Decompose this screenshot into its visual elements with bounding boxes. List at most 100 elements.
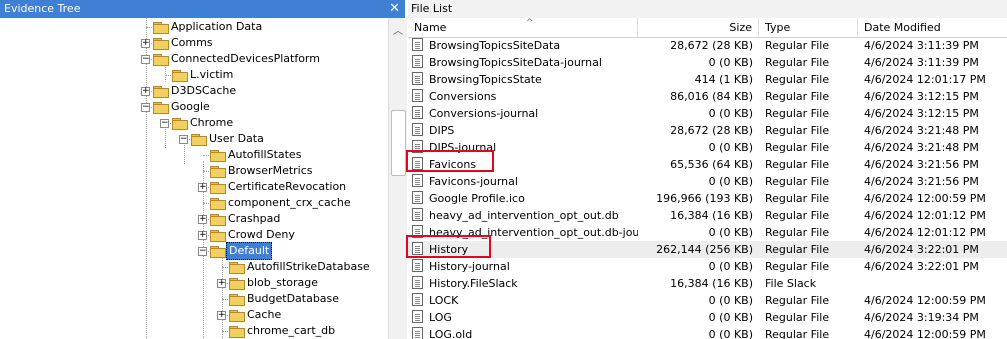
tree-node-component-crx-cache[interactable]: component_crx_cache xyxy=(0,195,388,211)
file-row-favicons-journal[interactable]: Favicons-journal 0 (0 KB) Regular File 4/6/… xyxy=(408,173,1007,190)
evidence-tree-pane: Evidence Tree ✕ Application Data + Comms − C… xyxy=(0,0,408,339)
tree-node-d3dscache[interactable]: + D3DSCache xyxy=(0,83,388,99)
folder-icon xyxy=(229,278,245,290)
expand-icon[interactable]: + xyxy=(198,215,207,224)
column-header-name[interactable]: Name ^ xyxy=(408,18,638,37)
close-icon[interactable]: ✕ xyxy=(389,0,400,18)
file-date-modified: 4/6/2024 3:22:01 PM xyxy=(864,243,979,256)
tree-node-blob-storage[interactable]: + blob_storage xyxy=(0,275,388,291)
file-size: 0 (0 KB) xyxy=(708,294,753,307)
expand-icon[interactable]: + xyxy=(217,279,226,288)
file-type: Regular File xyxy=(765,90,830,103)
tree-node-budgetdatabase[interactable]: BudgetDatabase xyxy=(0,291,388,307)
file-size: 28,672 (28 KB) xyxy=(670,39,753,52)
file-row-lock[interactable]: LOCK 0 (0 KB) Regular File 4/6/2024 12:00:5… xyxy=(408,292,1007,309)
evidence-tree-title: Evidence Tree xyxy=(4,2,81,15)
tree-scrollbar[interactable]: ︿ xyxy=(388,18,407,339)
file-name: Conversions-journal xyxy=(429,107,539,120)
file-icon xyxy=(412,72,423,85)
file-name: LOCK xyxy=(429,294,459,307)
folder-icon xyxy=(172,70,188,82)
tree-node-browsermetrics[interactable]: BrowserMetrics xyxy=(0,163,388,179)
tree-node-certificaterevocation[interactable]: + CertificateRevocation xyxy=(0,179,388,195)
file-name: History-journal xyxy=(429,260,510,273)
evidence-tree: Application Data + Comms − ConnectedDevicesP… xyxy=(0,18,388,339)
file-name: DIPS xyxy=(429,124,455,137)
column-type-label: Type xyxy=(765,21,791,34)
file-icon xyxy=(412,106,423,119)
file-row-favicons[interactable]: Favicons 65,536 (64 KB) Regular File 4/6/20… xyxy=(408,156,1007,173)
expand-icon[interactable]: + xyxy=(141,39,150,48)
tree-node-autofillstates[interactable]: AutofillStates xyxy=(0,147,388,163)
scrollbar-thumb[interactable] xyxy=(391,110,406,176)
file-row-history[interactable]: History 262,144 (256 KB) Regular File 4/6/2… xyxy=(408,241,1007,258)
tree-node-label: Crashpad xyxy=(228,212,281,225)
tree-node-application-data[interactable]: Application Data xyxy=(0,19,388,35)
tree-node-label: chrome_cart_db xyxy=(247,324,336,337)
file-icon xyxy=(412,89,423,102)
tree-node-chrome-cart-db[interactable]: chrome_cart_db xyxy=(0,323,388,339)
file-type: Regular File xyxy=(765,209,830,222)
scroll-up-icon[interactable]: ︿ xyxy=(393,22,403,37)
collapse-icon[interactable]: − xyxy=(198,247,207,256)
file-row-browsingtopicsstate[interactable]: BrowsingTopicsState 414 (1 KB) Regular Fil… xyxy=(408,71,1007,88)
tree-node-l-victim[interactable]: L.victim xyxy=(0,67,388,83)
file-icon xyxy=(412,191,423,204)
tree-node-label: Chrome xyxy=(190,116,234,129)
collapse-icon[interactable]: − xyxy=(141,103,150,112)
file-row-dips-journal[interactable]: DIPS-journal 0 (0 KB) Regular File 4/6/2024… xyxy=(408,139,1007,156)
tree-node-google[interactable]: − Google xyxy=(0,99,388,115)
collapse-icon[interactable]: − xyxy=(179,135,188,144)
file-row-browsingtopicssitedata[interactable]: BrowsingTopicsSiteData 28,672 (28 KB) Regu… xyxy=(408,37,1007,54)
tree-node-label: Comms xyxy=(171,36,213,49)
column-header-type[interactable]: Type xyxy=(759,18,858,37)
file-size: 0 (0 KB) xyxy=(708,141,753,154)
file-row-log[interactable]: LOG 0 (0 KB) Regular File 4/6/2024 3:19:34 … xyxy=(408,309,1007,326)
expand-icon[interactable]: + xyxy=(198,231,207,240)
file-date-modified: 4/6/2024 12:01:17 PM xyxy=(864,73,986,86)
file-row-google-profile-ico[interactable]: Google Profile.ico 196,966 (193 KB) Regula… xyxy=(408,190,1007,207)
column-header-date-modified[interactable]: Date Modified xyxy=(858,18,1007,37)
file-row-log-old[interactable]: LOG.old 0 (0 KB) Regular File 4/6/2024 12:0… xyxy=(408,326,1007,339)
tree-node-default[interactable]: − Default xyxy=(0,242,388,260)
file-row-dips[interactable]: DIPS 28,672 (28 KB) Regular File 4/6/2024 3… xyxy=(408,122,1007,139)
folder-icon xyxy=(153,102,169,114)
file-row-conversions[interactable]: Conversions 86,016 (84 KB) Regular File 4/6… xyxy=(408,88,1007,105)
file-date-modified: 4/6/2024 3:19:34 PM xyxy=(864,311,979,324)
file-date-modified: 4/6/2024 3:21:56 PM xyxy=(864,158,979,171)
file-row-heavy-ad-intervention-opt-out-db[interactable]: heavy_ad_intervention_opt_out.db 16,384 (… xyxy=(408,207,1007,224)
file-type: Regular File xyxy=(765,158,830,171)
file-size: 86,016 (84 KB) xyxy=(670,90,753,103)
expand-icon[interactable]: + xyxy=(198,183,207,192)
expand-icon[interactable]: + xyxy=(217,311,226,320)
file-row-heavy-ad-intervention-opt-out-db-journal[interactable]: heavy_ad_intervention_opt_out.db-journal… xyxy=(408,224,1007,241)
collapse-icon[interactable]: − xyxy=(160,119,169,128)
tree-node-label: D3DSCache xyxy=(171,84,237,97)
expand-icon[interactable]: + xyxy=(141,87,150,96)
tree-node-comms[interactable]: + Comms xyxy=(0,35,388,51)
file-list-title-bar: File List xyxy=(408,0,1007,18)
column-header-size[interactable]: Size xyxy=(638,18,759,37)
collapse-icon[interactable]: − xyxy=(141,55,150,64)
tree-node-cache[interactable]: + Cache xyxy=(0,307,388,323)
tree-node-autofillstrikedatabase[interactable]: AutofillStrikeDatabase xyxy=(0,259,388,275)
file-icon xyxy=(412,259,423,272)
tree-node-user-data[interactable]: − User Data xyxy=(0,131,388,147)
tree-node-connecteddevicesplatform[interactable]: − ConnectedDevicesPlatform xyxy=(0,51,388,67)
file-icon xyxy=(412,174,423,187)
tree-node-label: AutofillStrikeDatabase xyxy=(247,260,370,273)
file-date-modified: 4/6/2024 12:00:59 PM xyxy=(864,328,986,339)
file-row-history-journal[interactable]: History-journal 0 (0 KB) Regular File 4/6/2… xyxy=(408,258,1007,275)
file-row-history-fileslack[interactable]: History.FileSlack 16,384 (16 KB) File Slac… xyxy=(408,275,1007,292)
file-size: 196,966 (193 KB) xyxy=(656,192,753,205)
file-row-browsingtopicssitedata-journal[interactable]: BrowsingTopicsSiteData-journal 0 (0 KB) Re… xyxy=(408,54,1007,71)
file-icon xyxy=(412,208,423,221)
folder-icon xyxy=(210,182,226,194)
tree-node-crowd-deny[interactable]: + Crowd Deny xyxy=(0,227,388,243)
tree-node-crashpad[interactable]: + Crashpad xyxy=(0,211,388,227)
file-size: 0 (0 KB) xyxy=(708,311,753,324)
tree-node-chrome[interactable]: − Chrome xyxy=(0,115,388,131)
file-icon xyxy=(412,293,423,306)
file-row-conversions-journal[interactable]: Conversions-journal 0 (0 KB) Regular File 4… xyxy=(408,105,1007,122)
file-icon xyxy=(412,123,423,136)
